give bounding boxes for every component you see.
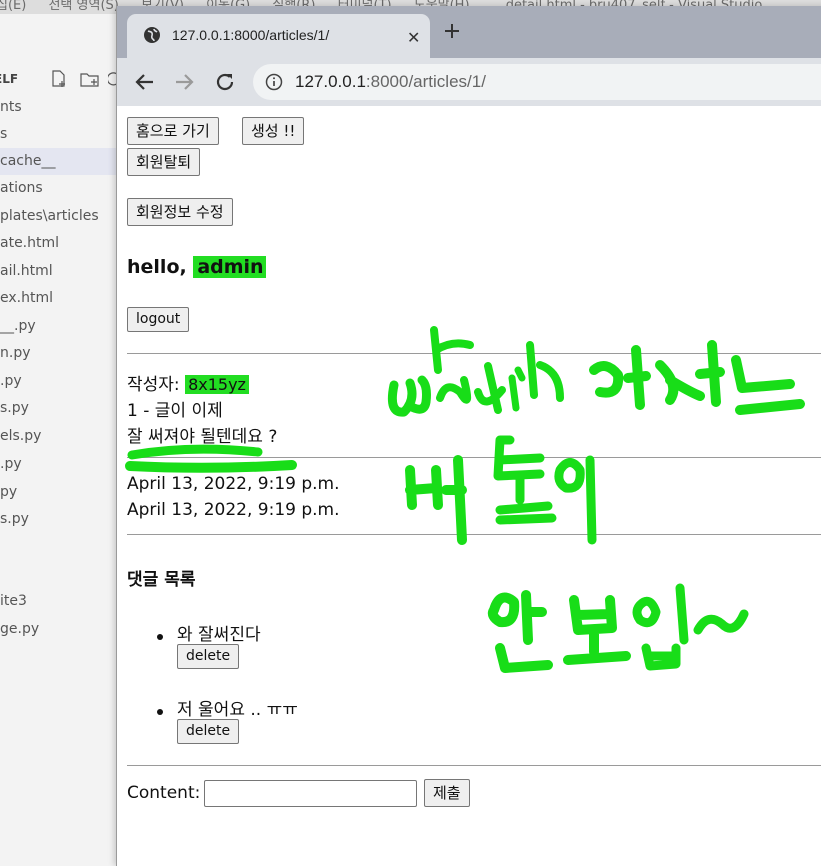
home-button[interactable]: 홈으로 가기 [127,117,219,145]
explorer-item-label: .py [0,373,22,389]
greeting-prefix: hello, [127,256,194,278]
close-icon[interactable]: ✕ [407,28,420,47]
explorer-item-label: els.py [0,428,42,444]
explorer-header: ELF [0,72,19,86]
divider [127,457,821,458]
vscode-menu-selection[interactable]: 선택 영역(S) [48,0,118,12]
logout-button[interactable]: logout [127,307,190,332]
comment-text: 저 울어요 .. ㅠㅠ [177,700,298,720]
explorer-item[interactable]: ex.html [0,285,118,312]
created-at: April 13, 2022, 9:19 p.m. [127,474,340,494]
submit-button[interactable]: 제출 [424,779,470,807]
browser-toolbar: 127.0.0.1:8000/articles/1/ [117,58,821,106]
globe-icon [144,27,160,43]
explorer-item[interactable]: py [0,479,118,506]
explorer-item[interactable]: nts [0,94,118,121]
explorer-item[interactable]: .py [0,451,118,478]
divider [127,353,821,354]
divider [127,534,821,535]
content-label: Content: [127,783,201,803]
explorer-item[interactable]: s [0,121,118,148]
explorer-item-selected[interactable]: cache__ [0,148,118,175]
explorer-item[interactable]: s.py [0,395,118,422]
explorer-item-label: n.py [0,345,31,361]
edit-profile-button[interactable]: 회원정보 수정 [127,198,233,226]
explorer-item-label: ate.html [0,235,60,251]
explorer-item[interactable]: els.py [0,423,118,450]
greeting-heading: hello, admin [127,256,266,278]
tab-strip: 127.0.0.1:8000/articles/1/ ✕ [117,6,821,58]
browser-tab-active[interactable]: 127.0.0.1:8000/articles/1/ ✕ [127,14,430,58]
address-bar[interactable]: 127.0.0.1:8000/articles/1/ [253,64,821,100]
username-text: admin [193,256,266,278]
delete-comment-button[interactable]: delete [177,719,240,744]
new-folder-icon[interactable] [80,70,100,88]
forward-arrow-icon[interactable] [173,71,195,93]
author-line: 작성자: 8x15yz [127,370,249,395]
explorer-item[interactable]: ge.py [0,616,118,643]
withdraw-button[interactable]: 회원탈퇴 [127,148,201,176]
reload-icon[interactable] [214,71,236,93]
explorer-item-label: ail.html [0,263,53,279]
comments-heading: 댓글 목록 [127,570,196,590]
url-host: 127.0.0.1 [295,72,366,91]
comment-text: 와 잘써진다 [177,625,261,645]
explorer-item-label: s.py [0,511,29,527]
explorer-item[interactable]: ations [0,175,118,202]
explorer-item-label: py [0,484,18,500]
updated-at: April 13, 2022, 9:19 p.m. [127,500,340,520]
explorer-item[interactable]: __.py [0,313,118,340]
author-label: 작성자: [127,375,186,395]
explorer-item-label: ite3 [0,593,27,609]
create-button[interactable]: 생성 !! [242,117,305,145]
explorer-item[interactable]: n.py [0,340,118,367]
explorer-item-label: ations [0,180,43,196]
plus-icon[interactable] [443,22,461,40]
article-title: 1 - 글이 이제 [127,401,223,421]
explorer-item-label: nts [0,99,22,115]
tab-title: 127.0.0.1:8000/articles/1/ [172,27,330,43]
bullet [157,709,163,715]
explorer-item-label: plates\articles [0,208,99,224]
page-content: 홈으로 가기 생성 !! 회원탈퇴 회원정보 수정 hello, admin l… [127,106,821,866]
article-content: 잘 써져야 될텐데요 ? [127,427,278,447]
bullet [157,634,163,640]
divider [127,765,821,766]
info-icon[interactable] [265,73,283,91]
explorer-item[interactable]: .py [0,368,118,395]
explorer-item-label: s.py [0,400,29,416]
delete-comment-button[interactable]: delete [177,644,240,669]
comment-content-input[interactable] [204,780,417,807]
explorer-item[interactable]: ite3 [0,588,118,615]
explorer-item-label: cache__ [0,153,56,169]
explorer-item[interactable]: ate.html [0,230,118,257]
explorer-item[interactable]: s.py [0,506,118,533]
explorer-item[interactable]: ail.html [0,258,118,285]
explorer-item[interactable]: plates\articles [0,203,118,230]
explorer-item-label: .py [0,456,22,472]
vscode-menu-edit[interactable]: 집(E) [0,0,26,12]
explorer-item-label: ex.html [0,290,53,306]
explorer-item-label: __.py [0,318,36,334]
explorer-item-label: ge.py [0,621,40,637]
author-name: 8x15yz [185,375,249,394]
explorer-item-label: s [0,126,8,142]
url-path: :8000/articles/1/ [365,72,486,91]
new-file-icon[interactable] [50,70,68,88]
back-arrow-icon[interactable] [134,71,156,93]
vscode-explorer: ELF nts s cache__ ations plates\articles… [0,14,120,861]
browser-window: 127.0.0.1:8000/articles/1/ ✕ 127.0.0.1:8… [116,6,821,866]
url-text: 127.0.0.1:8000/articles/1/ [295,72,486,92]
